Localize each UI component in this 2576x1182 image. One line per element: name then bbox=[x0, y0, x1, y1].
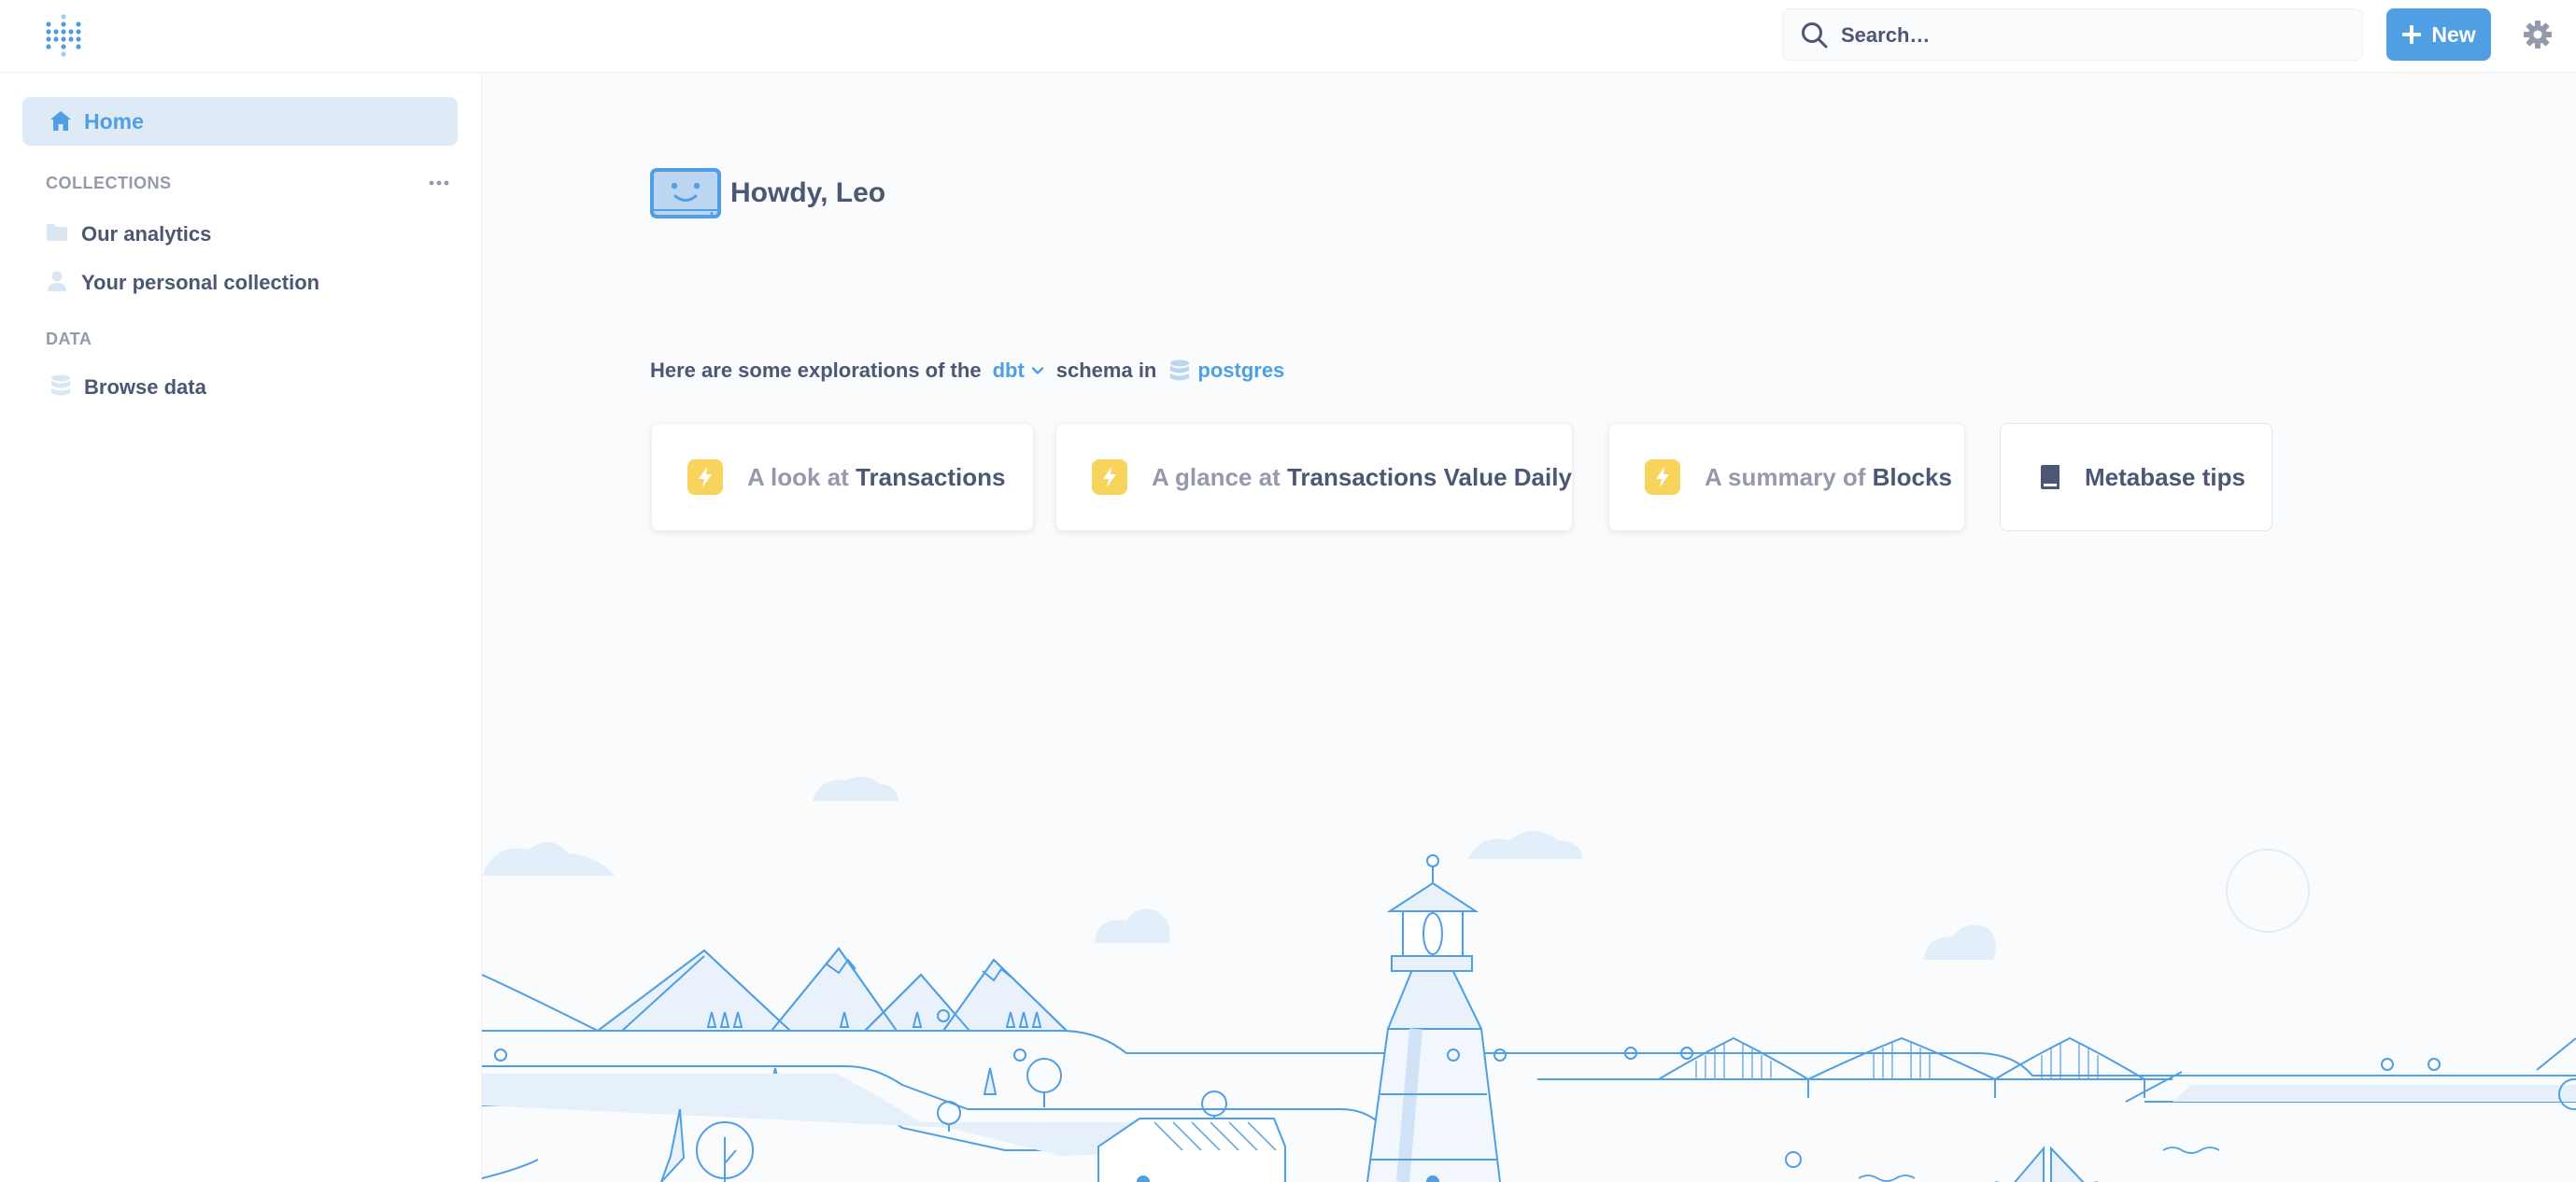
bolt-icon bbox=[687, 459, 723, 495]
database-icon bbox=[1170, 359, 1190, 381]
search-input[interactable] bbox=[1839, 9, 2347, 62]
sidebar-item-label: Browse data bbox=[84, 375, 206, 399]
xray-card-transactions[interactable]: A look at Transactions bbox=[651, 423, 1034, 531]
data-section-title: DATA bbox=[46, 330, 92, 348]
search-bar[interactable] bbox=[1782, 8, 2363, 62]
new-button-label: New bbox=[2431, 21, 2476, 47]
greeting-title: Howdy, Leo bbox=[730, 177, 886, 208]
sidebar-item-label: Our analytics bbox=[81, 222, 212, 246]
card-prefix: A summary of bbox=[1705, 463, 1866, 491]
chevron-down-icon[interactable] bbox=[1030, 363, 1045, 378]
landscape-illustration bbox=[482, 776, 2576, 1182]
person-icon bbox=[48, 271, 66, 291]
explore-middle: schema in bbox=[1055, 359, 1157, 382]
sidebar-item-home[interactable]: Home bbox=[22, 97, 458, 146]
sidebar-item-label: Home bbox=[84, 109, 144, 134]
sidebar-item-our-analytics[interactable]: Our analytics bbox=[22, 211, 458, 254]
top-bar: New bbox=[0, 0, 2576, 73]
home-icon bbox=[50, 111, 71, 131]
sidebar-item-personal-collection[interactable]: Your personal collection bbox=[22, 260, 458, 303]
new-button[interactable]: New bbox=[2386, 8, 2491, 61]
metabase-logo-icon[interactable] bbox=[41, 11, 90, 60]
card-entity: Transactions bbox=[856, 463, 1006, 491]
metabot-icon bbox=[650, 168, 721, 218]
schema-picker[interactable]: dbt bbox=[993, 359, 1025, 383]
metabase-tips-card[interactable]: Metabase tips bbox=[2000, 423, 2272, 531]
collections-section-title: COLLECTIONS bbox=[46, 174, 172, 192]
folder-icon bbox=[47, 224, 67, 241]
bolt-icon bbox=[1092, 459, 1127, 495]
search-icon bbox=[1802, 22, 1828, 49]
tips-label: Metabase tips bbox=[2085, 463, 2245, 491]
plus-icon bbox=[2402, 25, 2422, 44]
card-entity: Transactions Value Daily bbox=[1286, 463, 1572, 491]
sidebar-item-label: Your personal collection bbox=[81, 271, 320, 294]
sidebar: Home COLLECTIONS Our analytics Your pers… bbox=[0, 73, 482, 1182]
card-entity: Blocks bbox=[1872, 463, 1952, 491]
book-icon bbox=[2041, 465, 2059, 489]
more-options-icon[interactable] bbox=[426, 170, 452, 196]
xray-card-blocks[interactable]: A summary of Blocks bbox=[1608, 423, 1965, 531]
sidebar-item-browse-data[interactable]: Browse data bbox=[22, 364, 458, 407]
main-content: Howdy, Leo Here are some explorations of… bbox=[482, 73, 2576, 1182]
card-prefix: A look at bbox=[747, 463, 849, 491]
database-icon bbox=[51, 374, 70, 396]
bolt-icon bbox=[1645, 459, 1680, 495]
database-picker[interactable]: postgres bbox=[1197, 359, 1284, 383]
gear-icon[interactable] bbox=[2522, 19, 2554, 50]
explorations-intro: Here are some explorations of the dbt sc… bbox=[650, 359, 1284, 383]
explore-prefix: Here are some explorations of the bbox=[650, 359, 982, 382]
xray-card-transactions-value-daily[interactable]: A glance at Transactions Value Daily bbox=[1055, 423, 1573, 531]
card-prefix: A glance at bbox=[1152, 463, 1281, 491]
